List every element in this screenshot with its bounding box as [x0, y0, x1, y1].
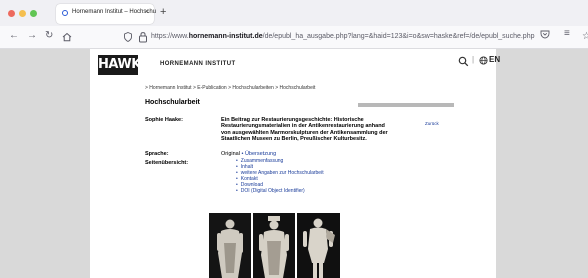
language-separator: •	[241, 151, 244, 157]
lock-icon[interactable]	[138, 31, 148, 43]
back-icon[interactable]: ←	[9, 29, 19, 43]
language-label: Sprache:	[145, 151, 169, 157]
minimize-window-button[interactable]	[19, 10, 26, 17]
favicon-icon	[62, 10, 68, 16]
new-tab-button[interactable]: +	[160, 7, 166, 18]
page-title: Hochschularbeit	[145, 99, 200, 106]
pocket-icon[interactable]	[540, 29, 550, 39]
statues-image	[209, 213, 340, 278]
home-icon[interactable]	[62, 32, 72, 42]
breadcrumb[interactable]: > Hornemann Institut > E-Publication > H…	[145, 85, 315, 91]
globe-icon[interactable]	[479, 56, 488, 65]
navigation-bar: ← → ↻ https://www.hornemann-institut.de/…	[0, 26, 588, 49]
author-label: Sophie Haake:	[145, 117, 183, 123]
language-switch[interactable]: EN	[489, 55, 500, 64]
menu-icon[interactable]: ≡	[564, 28, 570, 39]
page-container: HAWK HORNEMANN INSTITUT | EN > Hornemann…	[90, 49, 500, 278]
header-separator: |	[472, 55, 475, 64]
shield-icon[interactable]	[124, 32, 132, 42]
overview-label: Seitenübersicht:	[145, 160, 189, 166]
decorative-bar	[358, 103, 454, 107]
work-title: Ein Beitrag zur Restaurierungsgeschichte…	[221, 117, 388, 142]
close-window-button[interactable]	[8, 10, 15, 17]
url-text[interactable]: https://www.hornemann-institut.de/de/epu…	[151, 33, 535, 40]
reload-icon[interactable]: ↻	[45, 29, 53, 43]
tab-close-icon[interactable]: ×	[144, 7, 149, 16]
tab-hornemann[interactable]: Hornemann Institut – Hochschu ×	[56, 4, 156, 24]
url-bar[interactable]: https://www.hornemann-institut.de/de/epu…	[88, 29, 588, 45]
language-original: Original	[221, 151, 240, 157]
forward-icon[interactable]: →	[27, 29, 37, 43]
translation-link[interactable]: Übersetzung	[245, 151, 276, 157]
web-content: HAWK HORNEMANN INSTITUT | EN > Hornemann…	[0, 49, 588, 278]
language-options: Original • Übersetzung	[221, 151, 276, 157]
bookmark-star-icon[interactable]: ☆	[582, 31, 588, 42]
back-link[interactable]: Zurück	[425, 121, 439, 126]
hawk-logo[interactable]: HAWK	[98, 55, 141, 75]
institute-name: HORNEMANN INSTITUT	[160, 61, 236, 67]
overview-list: • Zusammenfassung • Inhalt • weitere Angabe…	[236, 158, 324, 195]
tab-strip: Hornemann Institut – Hochschu × +	[0, 0, 588, 26]
overview-item[interactable]: • DOI (Digital Object Identifier)	[236, 188, 324, 195]
search-icon[interactable]	[458, 56, 469, 67]
maximize-window-button[interactable]	[30, 10, 37, 17]
